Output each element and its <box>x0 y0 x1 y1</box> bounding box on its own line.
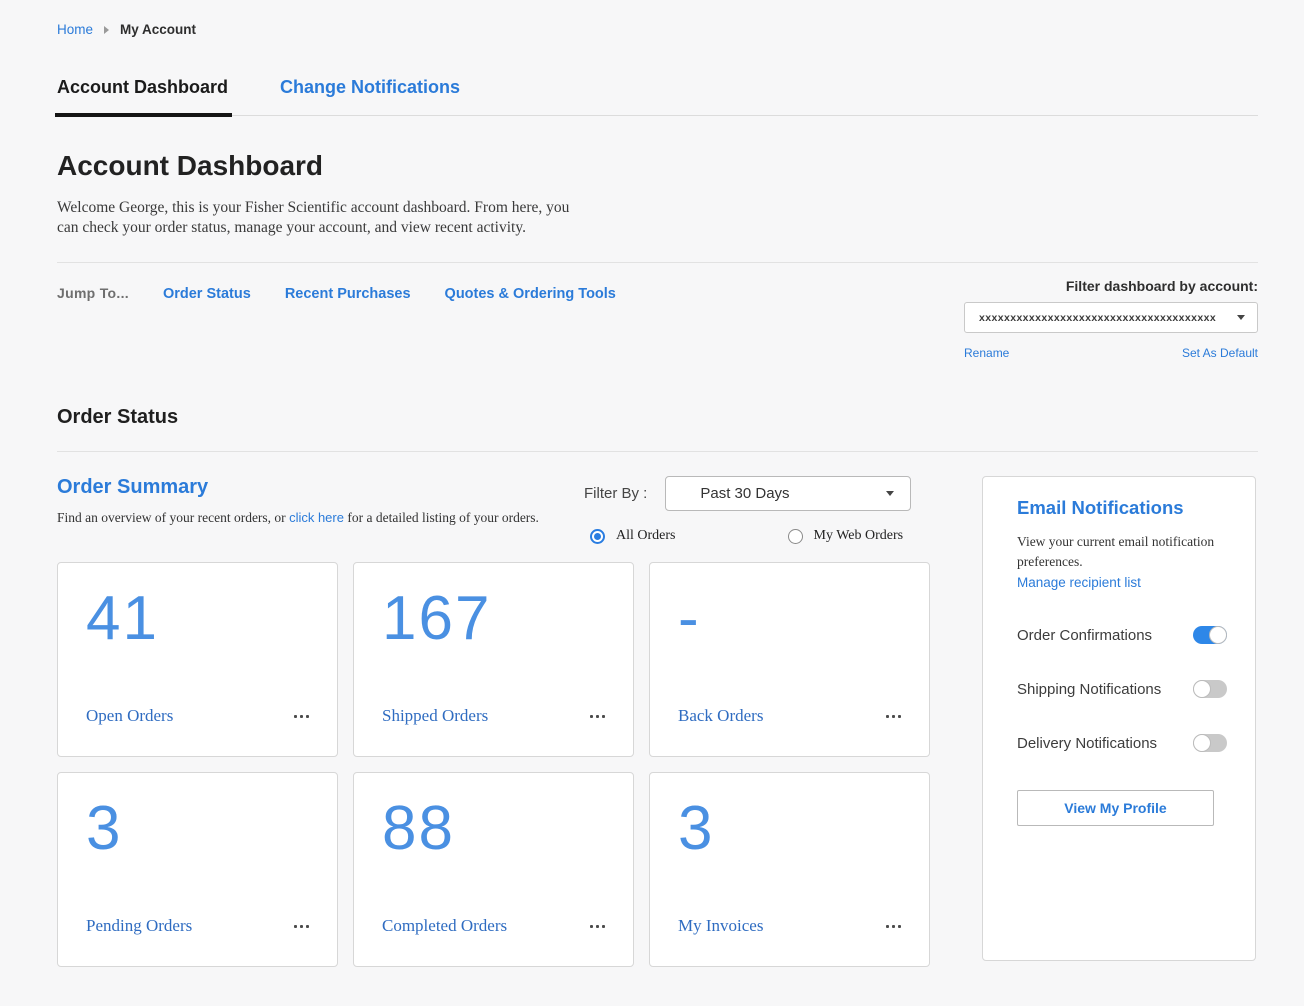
ellipsis-menu-icon[interactable] <box>884 921 903 932</box>
order-summary-section: Order Summary Find an overview of your r… <box>57 476 930 967</box>
ellipsis-menu-icon[interactable] <box>884 711 903 722</box>
open-orders-link[interactable]: Open Orders <box>86 706 173 726</box>
shipped-orders-count: 167 <box>382 585 607 653</box>
completed-orders-link[interactable]: Completed Orders <box>382 916 507 936</box>
order-summary-title: Order Summary <box>57 476 539 499</box>
view-my-profile-button[interactable]: View My Profile <box>1017 790 1214 826</box>
jump-link-recent-purchases[interactable]: Recent Purchases <box>285 286 411 302</box>
breadcrumb-separator-icon <box>104 26 109 34</box>
card-back-orders: - Back Orders <box>649 562 930 757</box>
radio-my-web-orders-label: My Web Orders <box>814 528 904 544</box>
account-dashboard-page: Home My Account Account Dashboard Change… <box>0 0 1304 967</box>
account-filter: Filter dashboard by account: xxxxxxxxxxx… <box>964 278 1258 360</box>
order-status-heading: Order Status <box>57 406 1258 429</box>
description-text: for a detailed listing of your orders. <box>344 510 539 525</box>
filter-by-controls: Filter By : Past 30 Days All Orders <box>584 476 930 544</box>
back-orders-count: - <box>678 585 903 653</box>
order-summary-description: Find an overview of your recent orders, … <box>57 510 539 526</box>
my-invoices-link[interactable]: My Invoices <box>678 916 763 936</box>
radio-selected-icon <box>590 529 605 544</box>
jump-to-label: Jump To... <box>57 285 129 301</box>
radio-all-orders-label: All Orders <box>616 528 676 544</box>
account-filter-select[interactable]: xxxxxxxxxxxxxxxxxxxxxxxxxxxxxxxxxxxxxx <box>964 302 1258 333</box>
divider <box>57 262 1258 263</box>
radio-all-orders[interactable]: All Orders <box>590 528 676 544</box>
back-orders-link[interactable]: Back Orders <box>678 706 763 726</box>
card-pending-orders: 3 Pending Orders <box>57 772 338 967</box>
order-summary-header: Order Summary Find an overview of your r… <box>57 476 930 562</box>
tab-account-dashboard[interactable]: Account Dashboard <box>57 77 228 115</box>
card-open-orders: 41 Open Orders <box>57 562 338 757</box>
email-notifications-panel: Email Notifications View your current em… <box>982 476 1256 961</box>
welcome-text: Welcome George, this is your Fisher Scie… <box>57 198 587 238</box>
delivery-notifications-toggle[interactable] <box>1193 734 1227 752</box>
set-as-default-link[interactable]: Set As Default <box>1182 346 1258 360</box>
card-completed-orders: 88 Completed Orders <box>353 772 634 967</box>
chevron-down-icon <box>1237 315 1245 320</box>
order-confirmations-row: Order Confirmations <box>1017 626 1227 644</box>
radio-unselected-icon <box>788 529 803 544</box>
card-footer: Pending Orders <box>86 916 311 936</box>
breadcrumb-home-link[interactable]: Home <box>57 22 93 37</box>
order-summary-intro: Order Summary Find an overview of your r… <box>57 476 539 526</box>
order-summary-cards: 41 Open Orders 167 Shipped Orders - <box>57 562 930 967</box>
date-range-select[interactable]: Past 30 Days <box>665 476 911 511</box>
breadcrumb: Home My Account <box>57 22 1258 37</box>
card-shipped-orders: 167 Shipped Orders <box>353 562 634 757</box>
jump-link-quotes-ordering-tools[interactable]: Quotes & Ordering Tools <box>445 286 616 302</box>
pending-orders-link[interactable]: Pending Orders <box>86 916 192 936</box>
card-footer: Open Orders <box>86 706 311 726</box>
open-orders-count: 41 <box>86 585 311 653</box>
card-my-invoices: 3 My Invoices <box>649 772 930 967</box>
page-title: Account Dashboard <box>57 150 1258 182</box>
account-filter-label: Filter dashboard by account: <box>964 278 1258 294</box>
toggle-knob <box>1209 626 1227 644</box>
shipped-orders-link[interactable]: Shipped Orders <box>382 706 488 726</box>
delivery-notifications-label: Delivery Notifications <box>1017 735 1157 752</box>
order-type-radios: All Orders My Web Orders <box>584 528 930 544</box>
pending-orders-count: 3 <box>86 795 311 863</box>
divider <box>57 451 1258 452</box>
completed-orders-count: 88 <box>382 795 607 863</box>
order-status-content: Order Summary Find an overview of your r… <box>57 476 1258 967</box>
filter-by-row: Filter By : Past 30 Days <box>584 476 930 511</box>
ellipsis-menu-icon[interactable] <box>292 921 311 932</box>
description-text: Find an overview of your recent orders, … <box>57 510 289 525</box>
card-footer: Back Orders <box>678 706 903 726</box>
jump-to-row: Jump To... Order Status Recent Purchases… <box>57 278 1258 360</box>
email-notifications-title: Email Notifications <box>1017 497 1227 519</box>
jump-link-order-status[interactable]: Order Status <box>163 286 251 302</box>
shipping-notifications-toggle[interactable] <box>1193 680 1227 698</box>
account-filter-actions: Rename Set As Default <box>964 346 1258 360</box>
card-footer: Completed Orders <box>382 916 607 936</box>
order-confirmations-toggle[interactable] <box>1193 626 1227 644</box>
toggle-knob <box>1193 734 1211 752</box>
order-confirmations-label: Order Confirmations <box>1017 627 1152 644</box>
card-footer: Shipped Orders <box>382 706 607 726</box>
my-invoices-count: 3 <box>678 795 903 863</box>
manage-recipient-list-link[interactable]: Manage recipient list <box>1017 575 1141 590</box>
tab-bar: Account Dashboard Change Notifications <box>57 77 1258 116</box>
click-here-link[interactable]: click here <box>289 510 344 525</box>
notification-toggles: Order Confirmations Shipping Notificatio… <box>1017 626 1227 752</box>
chevron-down-icon <box>886 491 894 496</box>
toggle-knob <box>1193 680 1211 698</box>
ellipsis-menu-icon[interactable] <box>292 711 311 722</box>
jump-to-links: Jump To... Order Status Recent Purchases… <box>57 278 616 302</box>
ellipsis-menu-icon[interactable] <box>588 711 607 722</box>
date-range-selected-value: Past 30 Days <box>700 485 789 502</box>
email-notifications-description: View your current email notification pre… <box>1017 532 1227 572</box>
ellipsis-menu-icon[interactable] <box>588 921 607 932</box>
tab-change-notifications[interactable]: Change Notifications <box>280 77 460 115</box>
rename-link[interactable]: Rename <box>964 346 1009 360</box>
delivery-notifications-row: Delivery Notifications <box>1017 734 1227 752</box>
account-filter-selected-value: xxxxxxxxxxxxxxxxxxxxxxxxxxxxxxxxxxxxxx <box>979 312 1216 324</box>
breadcrumb-current: My Account <box>120 22 196 37</box>
shipping-notifications-row: Shipping Notifications <box>1017 680 1227 698</box>
shipping-notifications-label: Shipping Notifications <box>1017 681 1161 698</box>
card-footer: My Invoices <box>678 916 903 936</box>
filter-by-label: Filter By : <box>584 485 647 502</box>
radio-my-web-orders[interactable]: My Web Orders <box>788 528 904 544</box>
